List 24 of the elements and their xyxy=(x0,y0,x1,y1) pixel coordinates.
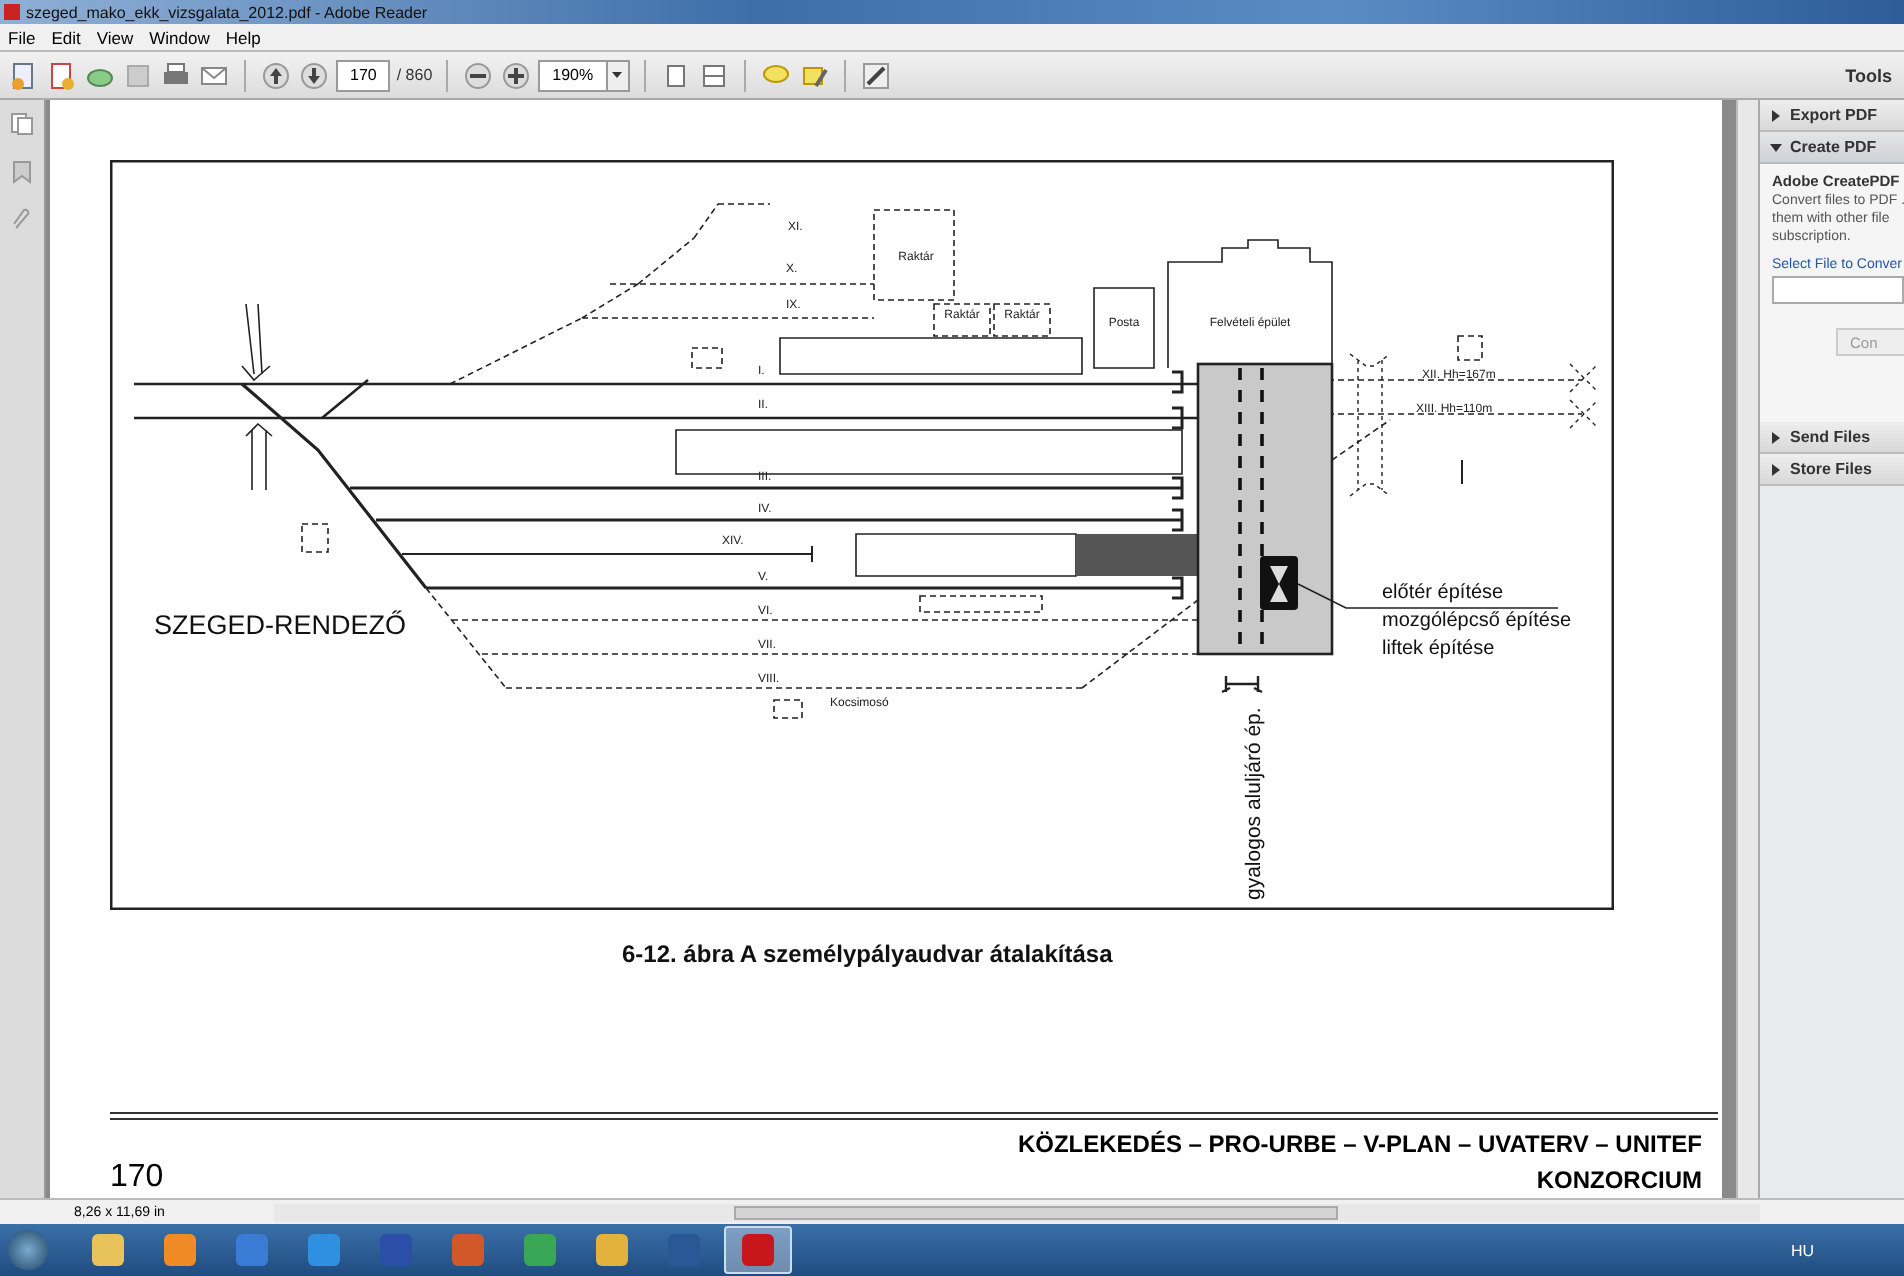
pane-section-header[interactable]: Create PDF xyxy=(1760,132,1904,164)
figure-caption: 6-12. ábra A személypályaudvar átalakítása xyxy=(622,940,1115,968)
annotation-text: mozgólépcső építése xyxy=(1382,610,1572,632)
menu-item[interactable]: Edit xyxy=(43,27,89,47)
footer-text: KONZORCIUM xyxy=(1536,1164,1702,1198)
page-count: / 860 xyxy=(396,66,433,84)
pane-section-header[interactable]: Store Files xyxy=(1760,454,1904,486)
annotation-text: előtér építése xyxy=(1382,582,1504,604)
menu-item[interactable]: Help xyxy=(217,27,269,47)
tools-button[interactable]: Tools xyxy=(1833,63,1904,87)
page-number: 170 xyxy=(110,1160,164,1196)
menu-item[interactable]: File xyxy=(0,27,44,47)
annotation-text: liftek építése xyxy=(1382,638,1495,660)
language-indicator[interactable]: HU xyxy=(1790,1241,1814,1259)
station-name: SZEGED-RENDEZŐ xyxy=(154,610,407,640)
zoom-field[interactable]: 190% xyxy=(538,59,608,91)
window-title: szeged_mako_ekk_vizsgalata_2012.pdf - Adobe Reader xyxy=(26,3,428,21)
underpass-label: gyalogos aluljáró ép. xyxy=(1242,707,1266,900)
menu-item[interactable]: Window xyxy=(141,27,218,47)
footer-text: KÖZLEKEDÉS – PRO-URBE – V-PLAN – UVATERV – UNITEF xyxy=(1017,1128,1702,1162)
pane-section-header[interactable]: Export PDF xyxy=(1760,100,1904,132)
page-number-field[interactable]: 170 xyxy=(336,59,391,91)
pane-section-header[interactable]: Send Files xyxy=(1760,422,1904,454)
menu-item[interactable]: View xyxy=(88,27,142,47)
